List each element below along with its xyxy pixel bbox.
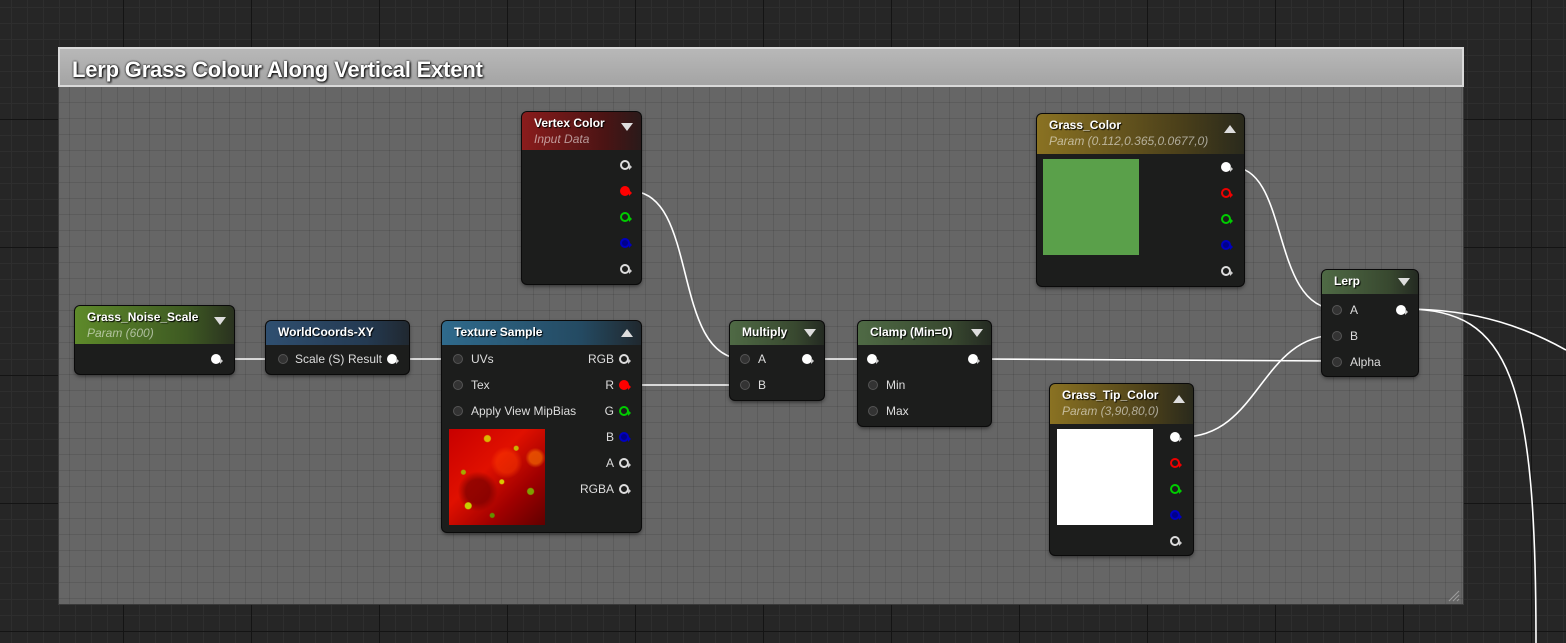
comment-title: Lerp Grass Colour Along Vertical Extent bbox=[72, 57, 483, 82]
texture-sample-header[interactable]: Texture Sample bbox=[442, 321, 641, 345]
grass-color-preview bbox=[1043, 159, 1139, 255]
r-output-pin[interactable] bbox=[619, 380, 631, 390]
vertex-color-subtitle: Input Data bbox=[534, 132, 590, 146]
grass-color-title: Grass_Color bbox=[1049, 118, 1122, 132]
max-input-pin[interactable] bbox=[868, 406, 878, 416]
g-output-label: G bbox=[604, 404, 614, 418]
max-input-label: Max bbox=[886, 404, 909, 418]
output-g-pin[interactable] bbox=[1221, 214, 1233, 224]
comment-header[interactable]: Lerp Grass Colour Along Vertical Extent bbox=[58, 47, 1464, 87]
worldcoords-header[interactable]: WorldCoords-XY bbox=[266, 321, 409, 345]
output-rgba-pin[interactable] bbox=[1170, 432, 1182, 442]
output-r-pin[interactable] bbox=[1221, 188, 1233, 198]
collapse-arrow-icon[interactable] bbox=[804, 329, 816, 337]
uvs-input-label: UVs bbox=[471, 352, 494, 366]
output-pin[interactable] bbox=[968, 354, 980, 364]
texture-sample-node[interactable]: Texture Sample UVs Tex Apply View MipBia… bbox=[442, 321, 641, 532]
multiply-header[interactable]: Multiply bbox=[730, 321, 824, 345]
multiply-node[interactable]: Multiply A B bbox=[730, 321, 824, 400]
a-input-label: A bbox=[758, 352, 767, 366]
vertex-color-header[interactable]: Vertex Color Input Data bbox=[522, 112, 641, 150]
rgba-output-pin[interactable] bbox=[619, 484, 631, 494]
output-r-pin[interactable] bbox=[620, 186, 632, 196]
alpha-input-pin[interactable] bbox=[1332, 357, 1342, 367]
collapse-arrow-icon[interactable] bbox=[621, 329, 633, 337]
b-output-pin[interactable] bbox=[619, 432, 631, 442]
texture-preview-image bbox=[449, 429, 545, 525]
output-rgba-pin[interactable] bbox=[620, 160, 632, 170]
a-input-pin[interactable] bbox=[1332, 305, 1342, 315]
result-output-label: Result bbox=[348, 352, 383, 366]
b-input-pin[interactable] bbox=[1332, 331, 1342, 341]
grass-noise-scale-header[interactable]: Grass_Noise_Scale Param (600) bbox=[75, 306, 234, 344]
clamp-node[interactable]: Clamp (Min=0) Min Max bbox=[858, 321, 991, 426]
lerp-node[interactable]: Lerp A B Alpha bbox=[1322, 270, 1418, 376]
lerp-header[interactable]: Lerp bbox=[1322, 270, 1418, 294]
grass-color-subtitle: Param (0.112,0.365,0.0677,0) bbox=[1049, 134, 1209, 148]
grass-tip-color-preview bbox=[1057, 429, 1153, 525]
rgb-output-label: RGB bbox=[587, 352, 614, 366]
output-rgba-pin[interactable] bbox=[1221, 162, 1233, 172]
scale-input-label: Scale (S) bbox=[295, 352, 345, 366]
rgba-output-label: RGBA bbox=[579, 482, 614, 496]
b-input-label: B bbox=[1350, 329, 1359, 343]
collapse-arrow-icon[interactable] bbox=[1398, 278, 1410, 286]
min-input-pin[interactable] bbox=[868, 380, 878, 390]
output-r-pin[interactable] bbox=[1170, 458, 1182, 468]
grass-tip-color-subtitle: Param (3,90,80,0) bbox=[1062, 404, 1159, 418]
output-g-pin[interactable] bbox=[1170, 484, 1182, 494]
uvs-input-pin[interactable] bbox=[453, 354, 463, 364]
output-b-pin[interactable] bbox=[1221, 240, 1233, 250]
grass-color-header[interactable]: Grass_Color Param (0.112,0.365,0.0677,0) bbox=[1037, 114, 1244, 154]
mipbias-input-label: Apply View MipBias bbox=[471, 404, 577, 418]
texture-sample-title: Texture Sample bbox=[454, 325, 543, 339]
grass-noise-scale-subtitle: Param (600) bbox=[87, 326, 154, 340]
output-g-pin[interactable] bbox=[620, 212, 632, 222]
b-input-pin[interactable] bbox=[740, 380, 750, 390]
b-input-label: B bbox=[758, 378, 767, 392]
grass-color-node[interactable]: Grass_Color Param (0.112,0.365,0.0677,0) bbox=[1037, 114, 1244, 286]
clamp-header[interactable]: Clamp (Min=0) bbox=[858, 321, 991, 345]
a-input-pin[interactable] bbox=[740, 354, 750, 364]
grass-tip-color-node[interactable]: Grass_Tip_Color Param (3,90,80,0) bbox=[1050, 384, 1193, 555]
collapse-arrow-icon[interactable] bbox=[621, 123, 633, 131]
output-a-pin[interactable] bbox=[620, 264, 632, 274]
a-output-pin[interactable] bbox=[619, 458, 631, 468]
tex-input-pin[interactable] bbox=[453, 380, 463, 390]
a-input-label: A bbox=[1350, 303, 1359, 317]
b-output-label: B bbox=[605, 430, 614, 444]
min-input-label: Min bbox=[886, 378, 906, 392]
output-b-pin[interactable] bbox=[1170, 510, 1182, 520]
output-a-pin[interactable] bbox=[1221, 266, 1233, 276]
output-a-pin[interactable] bbox=[1170, 536, 1182, 546]
output-b-pin[interactable] bbox=[620, 238, 632, 248]
worldcoords-node[interactable]: WorldCoords-XY Scale (S) Result bbox=[266, 321, 409, 374]
scale-input-pin[interactable] bbox=[278, 354, 288, 364]
collapse-arrow-icon[interactable] bbox=[214, 317, 226, 325]
input-pin[interactable] bbox=[867, 354, 879, 364]
a-output-label: A bbox=[605, 456, 614, 470]
output-pin[interactable] bbox=[802, 354, 814, 364]
result-output-pin[interactable] bbox=[387, 354, 399, 364]
collapse-arrow-icon[interactable] bbox=[1224, 125, 1236, 133]
mipbias-input-pin[interactable] bbox=[453, 406, 463, 416]
r-output-label: R bbox=[605, 378, 614, 392]
tex-input-label: Tex bbox=[471, 378, 490, 392]
g-output-pin[interactable] bbox=[619, 406, 631, 416]
output-pin[interactable] bbox=[1396, 305, 1408, 315]
vertex-color-node[interactable]: Vertex Color Input Data bbox=[522, 112, 641, 284]
worldcoords-title: WorldCoords-XY bbox=[278, 325, 374, 339]
grass-noise-scale-title: Grass_Noise_Scale bbox=[87, 310, 199, 324]
collapse-arrow-icon[interactable] bbox=[1173, 395, 1185, 403]
collapse-arrow-icon[interactable] bbox=[971, 329, 983, 337]
grass-noise-scale-node[interactable]: Grass_Noise_Scale Param (600) bbox=[75, 306, 234, 374]
alpha-input-label: Alpha bbox=[1350, 355, 1381, 369]
output-pin[interactable] bbox=[211, 354, 223, 364]
resize-handle-icon[interactable] bbox=[1448, 590, 1460, 602]
grass-tip-color-header[interactable]: Grass_Tip_Color Param (3,90,80,0) bbox=[1050, 384, 1193, 424]
rgb-output-pin[interactable] bbox=[619, 354, 631, 364]
